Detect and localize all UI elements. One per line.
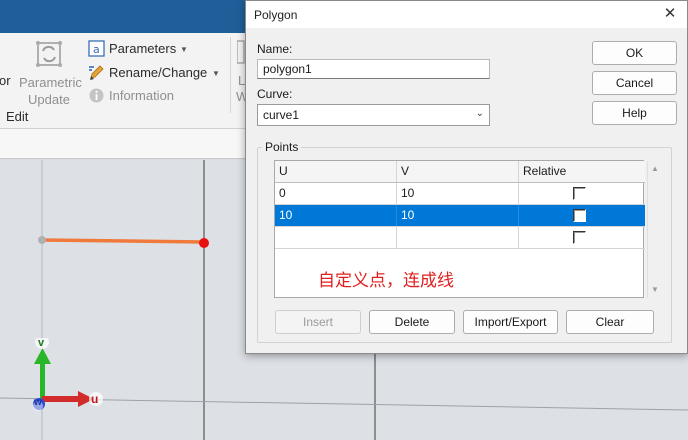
axis-u-label: u — [91, 392, 99, 406]
column-header-u[interactable]: U — [275, 161, 397, 182]
rename-pencil-icon — [89, 65, 104, 80]
polygon-point-start — [38, 236, 46, 244]
cell-relative — [519, 227, 645, 248]
parametric-update-icon — [36, 41, 62, 67]
cell-v[interactable]: 10 — [397, 205, 519, 226]
parameters-icon: a — [88, 40, 105, 57]
name-label: Name: — [257, 42, 293, 56]
relative-checkbox[interactable] — [573, 231, 586, 244]
ribbon-cut-label: or — [0, 73, 11, 88]
ribbon-group-edit-label: Edit — [6, 109, 29, 124]
rename-change-label: Rename/Change — [109, 65, 208, 80]
cell-v[interactable] — [397, 227, 519, 248]
rename-change-button[interactable]: Rename/Change ▼ — [88, 63, 220, 83]
insert-button[interactable]: Insert — [275, 310, 361, 334]
chevron-down-icon: ⌄ — [475, 108, 484, 119]
parameters-label: Parameters — [109, 41, 177, 56]
information-icon — [89, 88, 104, 103]
dialog-titlebar[interactable]: Polygon ✕ — [246, 1, 687, 28]
delete-button[interactable]: Delete — [369, 310, 455, 334]
clear-button[interactable]: Clear — [566, 310, 654, 334]
ribbon-cut-icon — [237, 40, 245, 64]
scroll-down-icon[interactable]: ▼ — [651, 285, 659, 294]
annotation-text: 自定义点，连成线 — [318, 271, 454, 291]
scroll-up-icon[interactable]: ▲ — [651, 164, 659, 173]
name-field[interactable]: polygon1 — [257, 59, 490, 79]
points-group-label: Points — [262, 140, 302, 154]
ok-button[interactable]: OK — [592, 41, 677, 65]
parametric-update-label-2: Update — [28, 92, 70, 107]
parametric-update-label-1: Parametric — [19, 75, 82, 90]
ribbon-separator — [230, 37, 231, 113]
table-row[interactable]: 0 10 — [275, 183, 645, 205]
parameters-button[interactable]: a Parameters ▼ — [88, 39, 198, 59]
curve-select-value: curve1 — [263, 108, 300, 122]
information-button[interactable]: Information — [88, 87, 188, 107]
parameters-dropdown-icon: ▼ — [180, 45, 188, 54]
polygon-dialog: Polygon ✕ Name: polygon1 Curve: curve1 ⌄… — [245, 0, 688, 354]
table-scrollbar[interactable]: ▲ ▼ — [647, 161, 661, 298]
cell-u[interactable]: 0 — [275, 183, 397, 204]
table-header-row: U V Relative — [275, 161, 645, 183]
information-label: Information — [109, 88, 175, 103]
cell-relative — [519, 183, 645, 204]
help-button[interactable]: Help — [592, 101, 677, 125]
svg-text:a: a — [93, 43, 100, 56]
cell-v[interactable]: 10 — [397, 183, 519, 204]
axis-v-label: v — [38, 337, 45, 349]
relative-checkbox[interactable] — [573, 209, 586, 222]
cell-relative — [519, 205, 645, 226]
column-header-v[interactable]: V — [397, 161, 519, 182]
cell-u[interactable]: 10 — [275, 205, 397, 226]
polygon-point-selected — [199, 238, 209, 248]
polygon-line-segment — [41, 238, 205, 244]
cell-u[interactable] — [275, 227, 397, 248]
cancel-button[interactable]: Cancel — [592, 71, 677, 95]
parametric-update-button[interactable]: Parametric Update — [16, 37, 84, 107]
relative-checkbox[interactable] — [573, 187, 586, 200]
curve-select[interactable]: curve1 ⌄ — [257, 104, 490, 126]
dialog-title: Polygon — [254, 8, 298, 22]
table-row-new[interactable] — [275, 227, 645, 249]
close-icon[interactable]: ✕ — [655, 1, 685, 28]
table-row-selected[interactable]: 10 10 — [275, 205, 645, 227]
import-export-button[interactable]: Import/Export — [463, 310, 558, 334]
curve-label: Curve: — [257, 87, 293, 101]
axis-w-label: w — [34, 397, 42, 408]
column-header-relative[interactable]: Relative — [519, 161, 645, 182]
rename-dropdown-icon: ▼ — [212, 69, 220, 78]
